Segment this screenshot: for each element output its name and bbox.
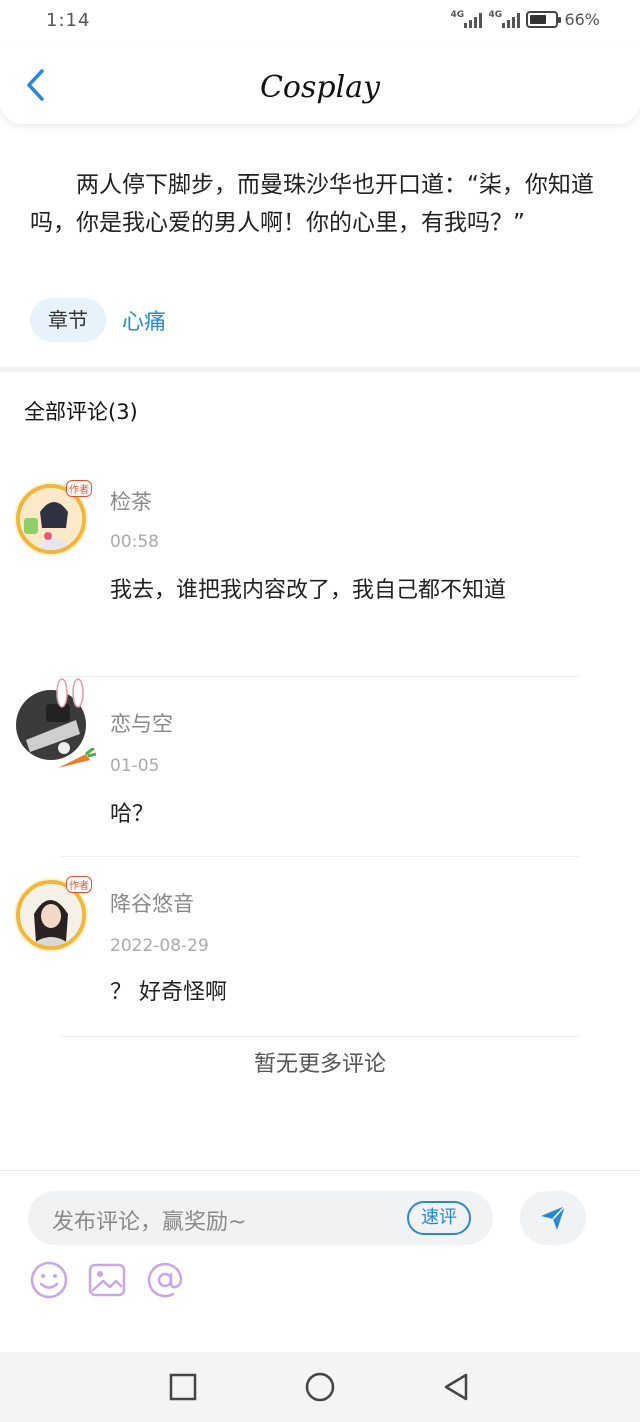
send-icon [541,1205,566,1230]
send-button[interactable] [520,1191,586,1245]
signal-icon: 4G [450,10,483,28]
recent-apps-button[interactable] [165,1369,201,1405]
status-indicators: 4G 4G 66% [450,10,600,30]
comments-title: 全部评论(3) [24,400,138,424]
avatar[interactable]: 作者 [16,480,92,560]
status-time: 1:14 [46,10,91,31]
mention-button[interactable] [144,1259,186,1301]
avatar[interactable]: 作者 [16,876,92,956]
circle-icon [305,1372,335,1402]
bunny-ears-icon [56,678,84,708]
image-icon [88,1263,126,1297]
triangle-back-icon [444,1373,468,1401]
no-more-comments: 暂无更多评论 [253,1052,386,1077]
chapter-link[interactable]: 心痛 [122,304,166,336]
excerpt-text: 两人停下脚步，而曼珠沙华也开口道：“柒，你知道吗，你是我心爱的男人啊！你的心里，… [30,172,594,236]
carrot-icon [58,748,96,768]
comment-text: 哈？ [110,802,155,827]
comment-author[interactable]: 降谷悠音 [110,888,194,918]
avatar-illustration [20,488,82,550]
top-nav-bar: Cosplay [0,44,640,124]
comment-author[interactable]: 恋与空 [110,708,173,738]
chapter-excerpt: 两人停下脚步，而曼珠沙华也开口道：“柒，你知道吗，你是我心爱的男人啊！你的心里，… [30,166,615,242]
signal-icon-2: 4G [488,10,521,28]
comment-item: 恋与空 01-05 哈？ [0,678,640,858]
battery-percent: 66% [564,10,600,29]
comment-time: 01-05 [110,756,160,776]
avatar[interactable] [16,678,96,768]
comment-text: 我去，谁把我内容改了，我自己都不知道 [110,578,507,603]
image-button[interactable] [86,1259,128,1301]
comment-time: 2022-08-29 [110,936,209,956]
home-button[interactable] [302,1369,338,1405]
page-title: Cosplay [259,70,381,105]
comment-item: 作者 检茶 00:58 我去，谁把我内容改了，我自己都不知道 [0,476,640,677]
battery-icon [526,11,562,28]
comment-item: 作者 降谷悠音 2022-08-29 ？ 好奇怪啊 [0,858,640,1038]
section-divider [0,367,640,372]
status-bar: 1:14 4G 4G 66% [0,0,640,42]
comment-separator [60,1036,580,1037]
square-icon [169,1373,197,1401]
chapter-badge: 章节 [30,298,106,342]
system-nav-bar [0,1352,640,1422]
quick-comment-button[interactable]: 速评 [407,1201,471,1235]
chapter-row: 章节 心痛 [30,298,166,342]
emoji-button[interactable] [28,1259,70,1301]
back-nav-button[interactable] [438,1369,474,1405]
author-badge: 作者 [66,480,92,497]
comment-separator [60,856,580,857]
comment-composer: 发布评论，赢奖励~ 速评 [0,1170,640,1352]
comment-time: 00:58 [110,532,159,552]
comment-text: ？ 好奇怪啊 [110,980,227,1005]
avatar-illustration [20,884,82,946]
comment-input-placeholder: 发布评论，赢奖励~ [52,1210,247,1235]
comment-author[interactable]: 检茶 [110,486,152,516]
mention-icon [147,1262,183,1298]
author-badge: 作者 [66,876,92,893]
comment-separator [60,676,580,677]
emoji-icon [30,1261,68,1299]
battery-fill [530,15,547,24]
comment-input[interactable]: 发布评论，赢奖励~ 速评 [28,1191,493,1245]
